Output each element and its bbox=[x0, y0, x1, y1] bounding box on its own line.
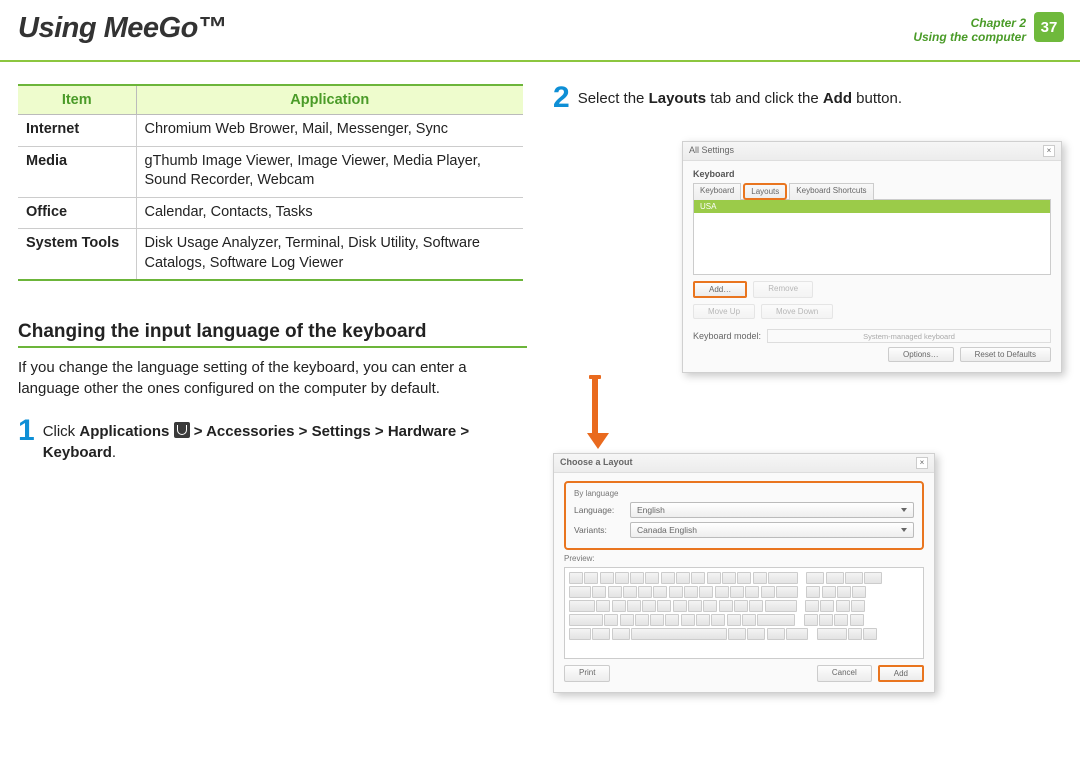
chevron-down-icon bbox=[901, 528, 907, 532]
step-2: 2 Select the Layouts tab and click the A… bbox=[553, 84, 1062, 111]
chevron-down-icon bbox=[901, 508, 907, 512]
section-paragraph: If you change the language setting of th… bbox=[18, 358, 527, 399]
flow-arrow-icon bbox=[587, 377, 603, 449]
page-number-badge: 37 bbox=[1034, 12, 1064, 42]
keyboard-model-label: Keyboard model: bbox=[693, 331, 761, 341]
by-language-label: By language bbox=[574, 489, 914, 498]
step-number: 2 bbox=[553, 84, 570, 111]
layout-list[interactable]: USA bbox=[693, 199, 1051, 275]
language-label: Language: bbox=[574, 505, 624, 515]
applications-icon bbox=[174, 422, 190, 438]
cell-app: Calendar, Contacts, Tasks bbox=[136, 197, 523, 229]
keyboard-model-value: System-managed keyboard bbox=[767, 329, 1051, 343]
choose-layout-dialog: Choose a Layout × By language Language: … bbox=[553, 453, 935, 693]
all-settings-breadcrumb[interactable]: All Settings bbox=[689, 145, 734, 157]
language-select[interactable]: English bbox=[630, 502, 914, 518]
step-1-body: Click Applications > Accessories > Setti… bbox=[43, 417, 527, 463]
table-head-item: Item bbox=[18, 85, 136, 115]
layout-list-item[interactable]: USA bbox=[694, 200, 1050, 213]
page-title: Using MeeGo™ bbox=[18, 12, 226, 45]
page-header: Using MeeGo™ Chapter 2 Using the compute… bbox=[0, 0, 1080, 62]
chapter-line1: Chapter 2 bbox=[913, 16, 1026, 30]
cell-item: Office bbox=[18, 197, 136, 229]
dialog-titlebar: Choose a Layout × bbox=[554, 454, 934, 473]
section-heading: Changing the input language of the keybo… bbox=[18, 321, 527, 348]
t: Select the bbox=[578, 90, 649, 107]
table-row: Media gThumb Image Viewer, Image Viewer,… bbox=[18, 146, 523, 197]
t: . bbox=[112, 444, 116, 461]
table-row: Internet Chromium Web Brower, Mail, Mess… bbox=[18, 115, 523, 147]
keyboard-model-row: Keyboard model: System-managed keyboard bbox=[693, 329, 1051, 343]
cell-item: Internet bbox=[18, 115, 136, 147]
t: button. bbox=[852, 90, 902, 107]
table-row: Office Calendar, Contacts, Tasks bbox=[18, 197, 523, 229]
figure-stack: All Settings × Keyboard Keyboard Layouts… bbox=[553, 141, 1062, 693]
cell-item: System Tools bbox=[18, 229, 136, 281]
cancel-button[interactable]: Cancel bbox=[817, 665, 872, 682]
language-value: English bbox=[637, 505, 665, 515]
close-icon[interactable]: × bbox=[916, 457, 928, 469]
add-button[interactable]: Add… bbox=[693, 281, 747, 298]
add-button[interactable]: Add bbox=[878, 665, 924, 682]
keyboard-preview bbox=[564, 567, 924, 659]
remove-button[interactable]: Remove bbox=[753, 281, 813, 298]
applications-table: Item Application Internet Chromium Web B… bbox=[18, 84, 523, 281]
chapter-line2: Using the computer bbox=[913, 30, 1026, 44]
right-column: 2 Select the Layouts tab and click the A… bbox=[553, 84, 1062, 693]
cell-app: Chromium Web Brower, Mail, Messenger, Sy… bbox=[136, 115, 523, 147]
options-button[interactable]: Options… bbox=[888, 347, 954, 362]
chapter-text: Chapter 2 Using the computer bbox=[913, 12, 1034, 49]
t: Click bbox=[43, 423, 80, 440]
keyboard-label: Keyboard bbox=[693, 169, 1051, 179]
move-down-button[interactable]: Move Down bbox=[761, 304, 833, 319]
step-2-body: Select the Layouts tab and click the Add… bbox=[578, 84, 902, 109]
tab-layouts[interactable]: Layouts bbox=[743, 183, 787, 200]
variants-select[interactable]: Canada English bbox=[630, 522, 914, 538]
t-bold: Layouts bbox=[649, 90, 707, 107]
table-row: System Tools Disk Usage Analyzer, Termin… bbox=[18, 229, 523, 281]
close-icon[interactable]: × bbox=[1043, 145, 1055, 157]
print-button[interactable]: Print bbox=[564, 665, 610, 682]
preview-label: Preview: bbox=[564, 554, 924, 563]
tab-keyboard-shortcuts[interactable]: Keyboard Shortcuts bbox=[789, 183, 873, 200]
variants-value: Canada English bbox=[637, 525, 697, 535]
cell-item: Media bbox=[18, 146, 136, 197]
tabs-row: Keyboard Layouts Keyboard Shortcuts bbox=[693, 183, 1051, 200]
cell-app: Disk Usage Analyzer, Terminal, Disk Util… bbox=[136, 229, 523, 281]
t-bold: Add bbox=[823, 90, 852, 107]
step-number: 1 bbox=[18, 417, 35, 444]
variants-label: Variants: bbox=[574, 525, 624, 535]
selection-highlight-box: By language Language: English Variants: bbox=[564, 481, 924, 550]
keyboard-settings-dialog: All Settings × Keyboard Keyboard Layouts… bbox=[682, 141, 1062, 373]
chapter-box: Chapter 2 Using the computer 37 bbox=[913, 12, 1064, 49]
move-up-button[interactable]: Move Up bbox=[693, 304, 755, 319]
tab-keyboard[interactable]: Keyboard bbox=[693, 183, 741, 200]
t: tab and click the bbox=[706, 90, 823, 107]
table-head-application: Application bbox=[136, 85, 523, 115]
dialog-title: Choose a Layout bbox=[560, 457, 633, 469]
reset-defaults-button[interactable]: Reset to Defaults bbox=[960, 347, 1051, 362]
left-column: Item Application Internet Chromium Web B… bbox=[18, 84, 527, 693]
dialog-titlebar: All Settings × bbox=[683, 142, 1061, 161]
step-1: 1 Click Applications > Accessories > Set… bbox=[18, 417, 527, 463]
t-bold: Applications bbox=[79, 423, 169, 440]
cell-app: gThumb Image Viewer, Image Viewer, Media… bbox=[136, 146, 523, 197]
